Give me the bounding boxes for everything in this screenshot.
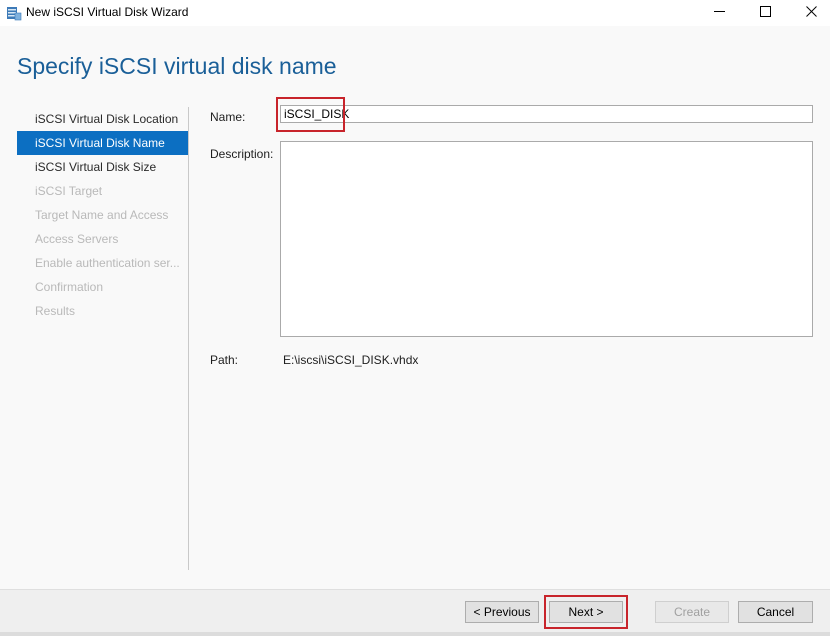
- nav-item-confirmation: Confirmation: [35, 280, 104, 294]
- path-value: E:\iscsi\iSCSI_DISK.vhdx: [283, 353, 419, 367]
- name-input[interactable]: [280, 105, 813, 123]
- maximize-icon: [759, 4, 771, 22]
- nav-item-disk-size[interactable]: iSCSI Virtual Disk Size: [17, 155, 188, 179]
- description-textarea[interactable]: [280, 141, 813, 337]
- footer-bottom-strip: [0, 632, 830, 636]
- window-title: New iSCSI Virtual Disk Wizard: [26, 5, 189, 19]
- nav-item-disk-name[interactable]: iSCSI Virtual Disk Name: [17, 131, 188, 155]
- nav-divider: [188, 107, 189, 570]
- nav-item-iscsi-target: iSCSI Target: [35, 184, 103, 198]
- nav-item-enable-authentication: Enable authentication ser...: [35, 256, 180, 270]
- nav-item-access-servers: Access Servers: [35, 232, 119, 246]
- nav-item-results: Results: [35, 304, 76, 318]
- maximize-button[interactable]: [742, 0, 788, 26]
- server-manager-icon: [6, 5, 22, 21]
- create-button: Create: [655, 601, 729, 623]
- name-label: Name:: [210, 110, 246, 124]
- minimize-button[interactable]: [696, 0, 742, 26]
- previous-button[interactable]: < Previous: [465, 601, 539, 623]
- nav-item-target-name-access: Target Name and Access: [35, 208, 169, 222]
- path-label: Path:: [210, 353, 239, 367]
- title-bar: New iSCSI Virtual Disk Wizard: [0, 0, 830, 26]
- page-title: Specify iSCSI virtual disk name: [17, 53, 337, 79]
- next-button[interactable]: Next >: [549, 601, 623, 623]
- minimize-icon: [713, 4, 725, 22]
- cancel-button[interactable]: Cancel: [738, 601, 813, 623]
- close-button[interactable]: [788, 0, 830, 26]
- description-label: Description:: [210, 147, 274, 161]
- close-icon: [805, 4, 817, 22]
- wizard-steps-nav: iSCSI Virtual Disk Location iSCSI Virtua…: [17, 107, 188, 323]
- nav-item-disk-location[interactable]: iSCSI Virtual Disk Location: [17, 107, 188, 131]
